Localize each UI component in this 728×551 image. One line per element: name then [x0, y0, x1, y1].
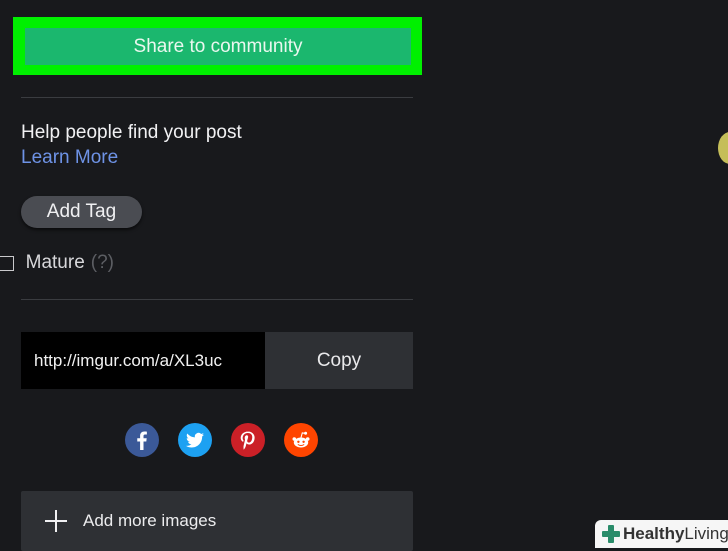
partial-badge-edge: [718, 132, 728, 164]
learn-more-link[interactable]: Learn More: [21, 147, 118, 169]
mature-checkbox[interactable]: [0, 255, 14, 271]
mature-help-link[interactable]: (?): [91, 252, 114, 274]
reddit-icon: [292, 431, 310, 448]
watermark-brand-bold: Healthy: [623, 524, 685, 543]
twitter-share-button[interactable]: [178, 423, 212, 457]
share-link-row: Copy: [21, 332, 413, 389]
mature-option: Mature (?): [0, 252, 114, 274]
facebook-share-button[interactable]: [125, 423, 159, 457]
copy-link-button[interactable]: Copy: [265, 332, 413, 389]
divider: [21, 97, 413, 98]
twitter-icon: [186, 432, 204, 448]
mature-label: Mature: [25, 252, 85, 273]
share-to-community-button[interactable]: Share to community: [25, 28, 411, 65]
add-tag-button[interactable]: Add Tag: [21, 196, 142, 228]
share-link-field[interactable]: [21, 332, 265, 389]
watermark: Healthy Living: [595, 520, 728, 548]
add-more-images-label: Add more images: [83, 511, 217, 530]
medical-cross-icon: [601, 524, 621, 544]
add-more-images-button[interactable]: Add more images: [21, 491, 413, 551]
divider: [21, 299, 413, 300]
watermark-brand-light: Living: [684, 524, 728, 543]
reddit-share-button[interactable]: [284, 423, 318, 457]
facebook-icon: [137, 431, 147, 450]
pinterest-share-button[interactable]: [231, 423, 265, 457]
pinterest-icon: [240, 431, 255, 450]
tag-help-text: Help people find your post: [21, 122, 242, 143]
plus-icon: [45, 510, 67, 532]
social-share-buttons: [125, 423, 337, 457]
post-options-panel: Share to community Help people find your…: [0, 0, 430, 551]
